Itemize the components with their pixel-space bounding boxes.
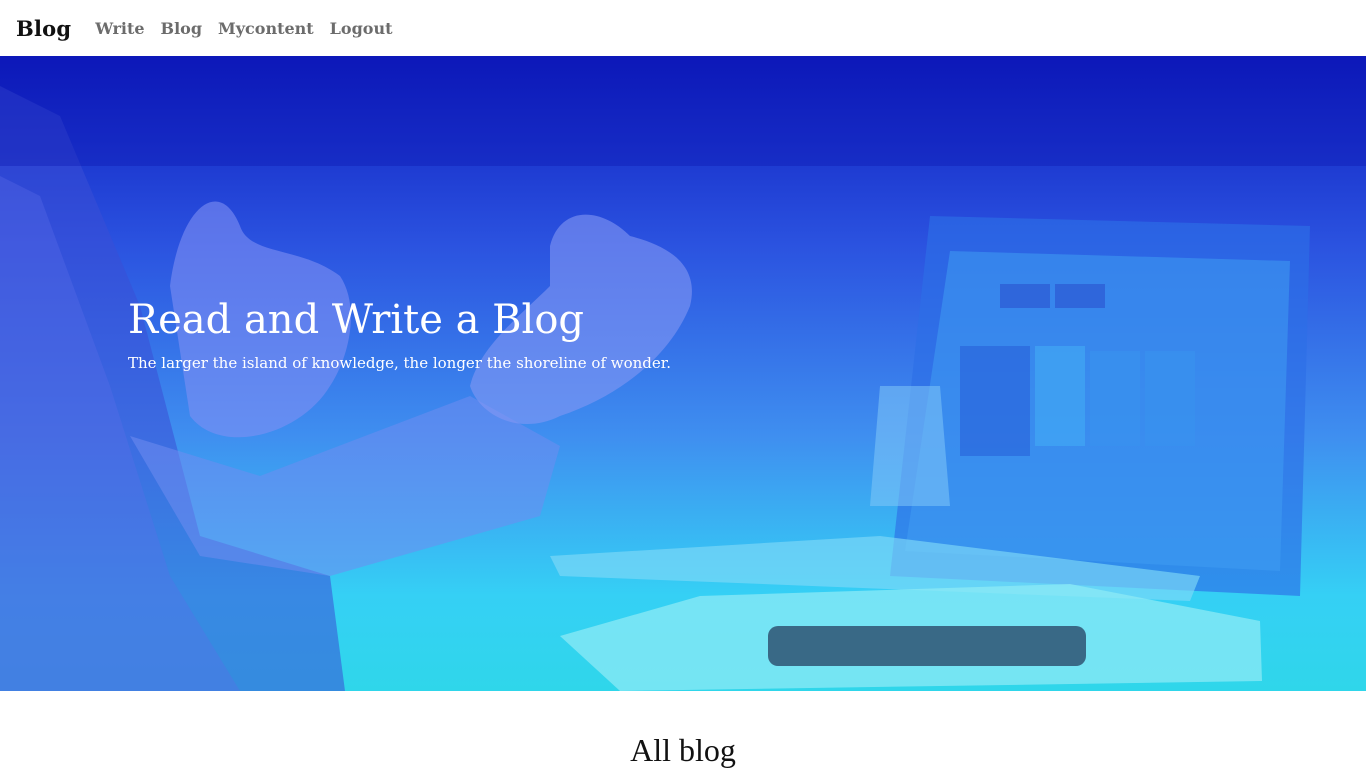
hero-subtitle: The larger the island of knowledge, the … [128, 354, 672, 372]
nav-link-mycontent[interactable]: Mycontent [218, 19, 314, 38]
hero-title: Read and Write a Blog [128, 297, 585, 343]
nav-links: Write Blog Mycontent Logout [95, 19, 392, 38]
nav-link-blog[interactable]: Blog [161, 19, 202, 38]
hero-background-image [0, 56, 1366, 691]
nav-link-write[interactable]: Write [95, 19, 144, 38]
nav-link-logout[interactable]: Logout [330, 19, 393, 38]
section-heading-all-blog: All blog [630, 732, 736, 768]
brand-link[interactable]: Blog [16, 16, 71, 41]
hero-banner: Read and Write a Blog The larger the isl… [0, 56, 1366, 691]
top-navbar: Blog Write Blog Mycontent Logout [0, 0, 1366, 56]
hero-text-block: Read and Write a Blog The larger the isl… [128, 296, 671, 372]
